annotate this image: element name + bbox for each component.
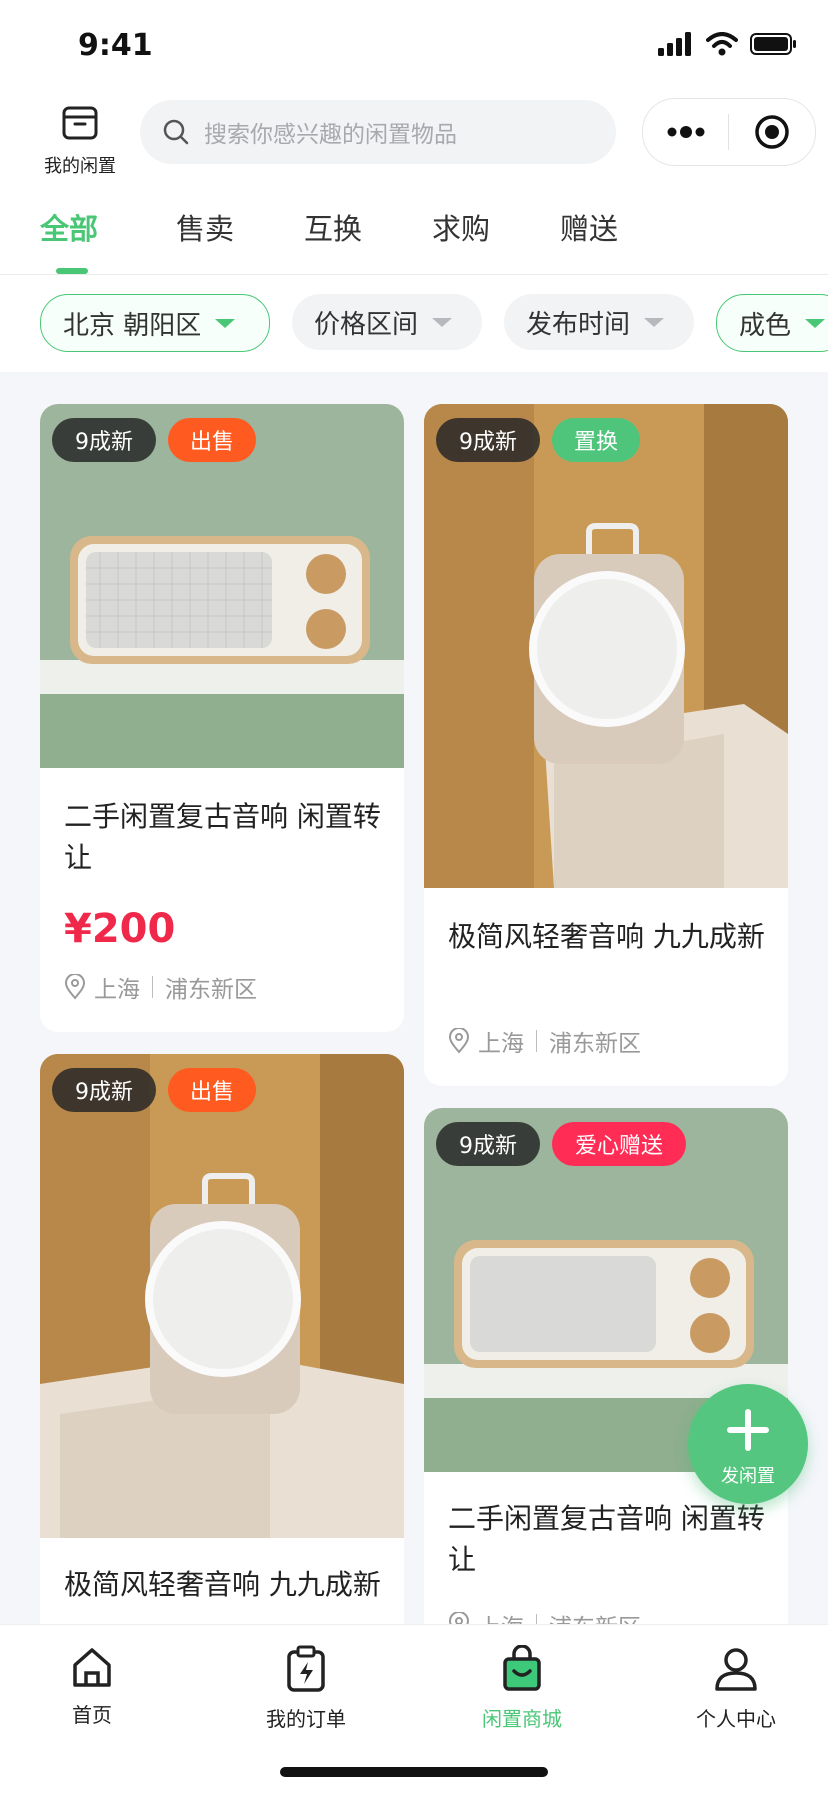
wifi-icon xyxy=(706,32,738,56)
more-button[interactable] xyxy=(643,99,728,165)
location-district: 浦东新区 xyxy=(165,977,257,1003)
status-time: 9:41 xyxy=(78,28,153,63)
chevron-down-icon xyxy=(432,317,453,327)
trade-type-badge: 出售 xyxy=(168,1068,256,1112)
order-clipboard-icon xyxy=(287,1645,325,1692)
search-input[interactable]: 搜索你感兴趣的闲置物品 xyxy=(140,100,616,164)
condition-badge: 9成新 xyxy=(436,1122,540,1166)
tab-sell[interactable]: 售卖 xyxy=(176,206,234,248)
mirror-speaker-photo xyxy=(40,1054,404,1538)
filter-condition[interactable]: 成色 xyxy=(716,294,828,352)
product-title: 极简风轻奢音响 九九成新 xyxy=(64,1568,381,1601)
battery-icon xyxy=(750,33,796,55)
home-indicator xyxy=(280,1767,548,1777)
status-icons xyxy=(658,32,798,56)
tab-wanted[interactable]: 求购 xyxy=(432,206,490,248)
filter-bar: 北京 朝阳区 价格区间 发布时间 成色 xyxy=(0,294,828,354)
more-dots-icon xyxy=(667,126,704,138)
chevron-down-icon xyxy=(805,318,826,328)
location-pin-icon xyxy=(448,1028,470,1054)
nav-mall-label: 闲置商城 xyxy=(482,1707,562,1731)
location-city: 上海 xyxy=(94,977,140,1003)
product-location: 上海 浦东新区 xyxy=(64,970,257,1004)
product-card[interactable]: 9成新 置换 极简风轻奢音响 九九成新 上海 浦东新区 xyxy=(424,404,788,1086)
filter-location[interactable]: 北京 朝阳区 xyxy=(40,294,270,352)
product-image: 9成新 出售 xyxy=(40,404,404,768)
my-items-button[interactable]: 我的闲置 xyxy=(36,104,124,178)
shopping-bag-icon xyxy=(503,1644,541,1691)
product-location: 上海 浦东新区 xyxy=(448,1024,641,1058)
target-circle-icon xyxy=(754,115,789,149)
nav-profile-label: 个人中心 xyxy=(696,1707,776,1731)
filter-time[interactable]: 发布时间 xyxy=(504,294,694,350)
product-image: 9成新 置换 xyxy=(424,404,788,888)
person-icon xyxy=(715,1648,757,1691)
tab-giveaway[interactable]: 赠送 xyxy=(560,206,618,248)
chevron-down-icon xyxy=(215,318,236,328)
home-icon xyxy=(73,1648,111,1687)
nav-home[interactable]: 首页 xyxy=(22,1645,162,1728)
tab-all[interactable]: 全部 xyxy=(40,206,98,248)
bottom-navigation: 首页 我的订单 闲置商城 个人中心 xyxy=(0,1624,828,1793)
product-price: ¥200 xyxy=(64,906,176,952)
filter-price[interactable]: 价格区间 xyxy=(292,294,482,350)
condition-badge: 9成新 xyxy=(436,418,540,462)
trade-type-badge: 爱心赠送 xyxy=(552,1122,686,1166)
location-separator xyxy=(152,976,153,998)
filter-time-label: 发布时间 xyxy=(526,309,631,340)
search-placeholder: 搜索你感兴趣的闲置物品 xyxy=(204,122,457,148)
post-item-button[interactable]: 发闲置 xyxy=(688,1384,808,1504)
my-items-label: 我的闲置 xyxy=(44,156,116,177)
miniprogram-capsule xyxy=(642,98,816,166)
close-miniprogram-button[interactable] xyxy=(729,99,814,165)
location-district: 浦东新区 xyxy=(549,1031,641,1057)
chevron-down-icon xyxy=(644,317,665,327)
search-icon xyxy=(163,119,189,145)
nav-orders-label: 我的订单 xyxy=(266,1707,346,1731)
product-title: 极简风轻奢音响 九九成新 xyxy=(448,920,765,953)
location-city: 上海 xyxy=(478,1031,524,1057)
location-pin-icon xyxy=(64,974,86,1000)
box-icon xyxy=(62,106,98,140)
nav-home-label: 首页 xyxy=(72,1703,112,1727)
tabs-divider xyxy=(0,274,828,275)
tab-exchange[interactable]: 互换 xyxy=(304,206,362,248)
trade-type-badge: 置换 xyxy=(552,418,640,462)
nav-orders[interactable]: 我的订单 xyxy=(236,1645,376,1732)
condition-badge: 9成新 xyxy=(52,1068,156,1112)
plus-icon xyxy=(727,1409,769,1451)
post-item-label: 发闲置 xyxy=(721,1466,775,1487)
mirror-speaker-photo xyxy=(424,404,788,888)
product-title: 二手闲置复古音响 闲置转让 xyxy=(64,800,381,874)
nav-mall[interactable]: 闲置商城 xyxy=(452,1644,592,1732)
filter-location-label: 北京 朝阳区 xyxy=(63,310,202,341)
product-title: 二手闲置复古音响 闲置转让 xyxy=(448,1502,765,1576)
signal-icon xyxy=(658,32,691,56)
product-image: 9成新 出售 xyxy=(40,1054,404,1538)
filter-price-label: 价格区间 xyxy=(314,309,419,340)
nav-profile[interactable]: 个人中心 xyxy=(666,1645,806,1732)
category-tabs: 全部 售卖 互换 求购 赠送 xyxy=(0,196,828,274)
trade-type-badge: 出售 xyxy=(168,418,256,462)
product-card[interactable]: 9成新 出售 二手闲置复古音响 闲置转让 ¥200 上海 浦东新区 xyxy=(40,404,404,1032)
condition-badge: 9成新 xyxy=(52,418,156,462)
product-card[interactable]: 9成新 出售 极简风轻奢音响 九九成新 xyxy=(40,1054,404,1694)
location-separator xyxy=(536,1030,537,1052)
filter-condition-label: 成色 xyxy=(739,310,792,341)
